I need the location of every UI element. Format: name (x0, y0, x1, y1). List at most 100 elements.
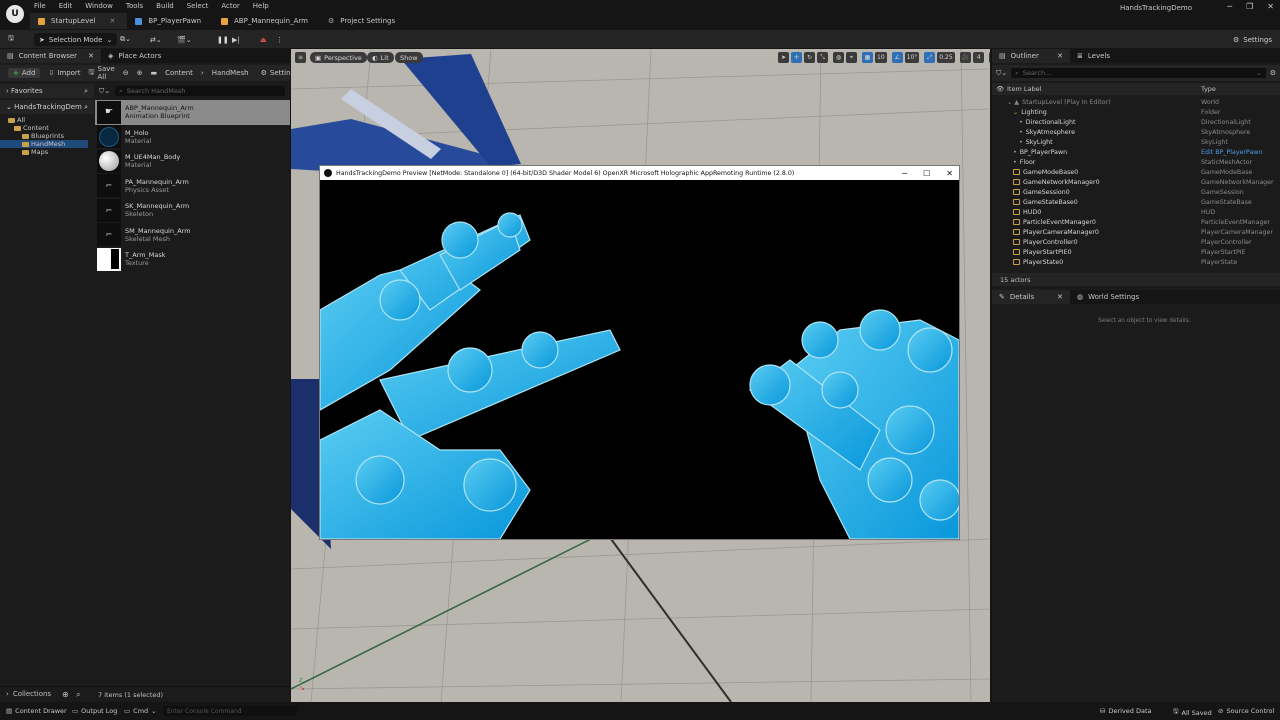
outliner-row[interactable]: PlayerStartPIE0 PlayerStartPIE (1007, 247, 1280, 257)
asset-row[interactable]: ⌐ SM_Mannequin_Arm Skeletal Mesh (95, 223, 290, 248)
camera-speed-icon[interactable]: 🎥 (959, 52, 972, 63)
breadcrumb-content[interactable]: Content (165, 69, 193, 77)
close-tab-icon[interactable]: ✕ (88, 52, 94, 60)
outliner-search-input[interactable]: ⌕ Search... ⌄ (1011, 68, 1266, 78)
cinematics-icon[interactable]: 🎬⌄ (177, 33, 192, 46)
grid-size[interactable]: 10 (875, 52, 887, 63)
world-space-icon[interactable]: ◍ (833, 52, 844, 63)
outliner-row[interactable]: PlayerController0 PlayerController (1007, 237, 1280, 247)
minimize-icon[interactable]: ─ (902, 169, 907, 178)
asset-search-input[interactable]: ⌕ Search HandMesh (115, 86, 285, 96)
close-tab-icon[interactable]: ✕ (1057, 52, 1063, 60)
output-log-button[interactable]: ▭ Output Log (72, 707, 117, 715)
quick-add-icon[interactable]: ⧉⌄ (120, 33, 131, 46)
menu-tools[interactable]: Tools (126, 2, 143, 10)
col-item-label[interactable]: Item Label (1007, 85, 1201, 93)
skip-frame-icon[interactable]: ▶| (232, 33, 240, 46)
tree-item-maps[interactable]: Maps (0, 148, 94, 156)
grid-snap-icon[interactable]: ▦ (862, 52, 873, 63)
settings-button[interactable]: ⚙ Settings (1233, 33, 1272, 46)
outliner-row[interactable]: GameStateBase0 GameStateBase (1007, 197, 1280, 207)
back-icon[interactable]: ⊖ (123, 69, 129, 77)
outliner-row[interactable]: GameModeBase0 GameModeBase (1007, 167, 1280, 177)
preview-window[interactable]: HandsTrackingDemo Preview [NetMode: Stan… (319, 165, 960, 540)
rotate-tool-icon[interactable]: ↻ (804, 52, 815, 63)
asset-row[interactable]: ☛ ABP_Mannequin_Arm Animation Blueprint (95, 100, 290, 125)
outliner-row[interactable]: PlayerCameraManager0 PlayerCameraManager (1007, 227, 1280, 237)
outliner-row[interactable]: • SkyAtmosphere SkyAtmosphere (1007, 127, 1280, 137)
outliner-row[interactable]: PlayerState0 PlayerState (1007, 257, 1280, 267)
tab-outliner[interactable]: ▤ Outliner ✕ (992, 49, 1070, 63)
move-tool-icon[interactable]: ✛ (791, 52, 802, 63)
console-command-input[interactable]: Enter Console Command (163, 706, 297, 716)
asset-row[interactable]: ⌐ PA_Mannequin_Arm Physics Asset (95, 174, 290, 199)
tab-levels[interactable]: ≣ Levels (1070, 49, 1117, 63)
tab-content-browser[interactable]: ▤ Content Browser ✕ (0, 49, 101, 63)
lit-button[interactable]: ◐ Lit (367, 52, 394, 63)
eject-icon[interactable]: ⏏ (260, 33, 267, 46)
outliner-row[interactable]: • Floor StaticMeshActor (1007, 157, 1280, 167)
filter-icon[interactable]: ⛉⌄ (996, 69, 1007, 78)
asset-row[interactable]: ⌐ SK_Mannequin_Arm Skeleton (95, 198, 290, 223)
outliner-row-type[interactable]: Edit BP_PlayerPawn (1201, 149, 1263, 156)
rotation-snap-icon[interactable]: ∠ (891, 52, 903, 63)
menu-build[interactable]: Build (156, 2, 174, 10)
menu-help[interactable]: Help (253, 2, 269, 10)
settings-icon[interactable]: ⚙ (1270, 69, 1276, 77)
maximize-icon[interactable]: ☐ (923, 169, 930, 178)
preview-title-bar[interactable]: HandsTrackingDemo Preview [NetMode: Stan… (320, 166, 959, 180)
import-button[interactable]: ⇩ Import (48, 69, 80, 77)
menu-select[interactable]: Select (187, 2, 209, 10)
outliner-row[interactable]: • SkyLight SkyLight (1007, 137, 1280, 147)
tab-abp-mannequin-arm[interactable]: ABP_Mannequin_Arm (213, 13, 320, 29)
menu-edit[interactable]: Edit (59, 2, 73, 10)
maximize-viewport-icon[interactable]: ⤢ (989, 52, 990, 63)
outliner-row[interactable]: GameSession0 GameSession (1007, 187, 1280, 197)
rotation-snap-value[interactable]: 10° (904, 52, 920, 63)
collections-header[interactable]: › Collections (6, 690, 51, 698)
add-collection-icon[interactable]: ⊕ (62, 690, 69, 699)
scale-snap-icon[interactable]: ⤢ (924, 52, 936, 63)
close-icon[interactable]: ✕ (1267, 2, 1274, 11)
menu-file[interactable]: File (34, 2, 46, 10)
source-control-button[interactable]: ⊘ Source Control (1218, 707, 1274, 715)
unreal-logo-icon[interactable]: U (6, 5, 24, 23)
outliner-row[interactable]: HUD0 HUD (1007, 207, 1280, 217)
cmd-dropdown[interactable]: ▭ Cmd ⌄ (124, 707, 157, 715)
outliner-row[interactable]: ParticleEventManager0 ParticleEventManage… (1007, 217, 1280, 227)
col-type[interactable]: Type (1201, 85, 1216, 93)
tab-details[interactable]: ✎ Details ✕ (992, 290, 1070, 304)
save-all-button[interactable]: 🖫 Save All (89, 65, 115, 81)
outliner-row[interactable]: ⌄ Lighting Folder (1007, 107, 1280, 117)
favorites-header[interactable]: › Favorites ⌕ (0, 84, 94, 98)
more-options-icon[interactable]: ⋮ (276, 33, 283, 46)
menu-actor[interactable]: Actor (221, 2, 239, 10)
outliner-row[interactable]: • BP_PlayerPawn Edit BP_PlayerPawn (1007, 147, 1280, 157)
content-drawer-button[interactable]: ▤ Content Drawer (6, 707, 67, 715)
show-button[interactable]: Show (395, 52, 423, 63)
tree-item-all[interactable]: All (0, 116, 94, 124)
search-icon[interactable]: ⌕ (84, 103, 88, 112)
menu-window[interactable]: Window (85, 2, 113, 10)
search-icon[interactable]: ⌕ (76, 690, 80, 700)
forward-icon[interactable]: ⊕ (137, 69, 143, 77)
restore-icon[interactable]: ❐ (1246, 2, 1253, 11)
scale-snap-value[interactable]: 0.25 (937, 52, 955, 63)
tree-item-content[interactable]: Content (0, 124, 94, 132)
asset-row[interactable]: T_Arm_Mask Texture (95, 247, 290, 272)
camera-speed-value[interactable]: 4 (973, 52, 985, 63)
pause-icon[interactable]: ❚❚ (217, 33, 229, 46)
save-icon[interactable]: 🖫 (8, 33, 14, 46)
close-tab-icon[interactable]: ✕ (109, 17, 115, 25)
filter-icon[interactable]: ⛉⌄ (99, 87, 110, 96)
breadcrumb-handmesh[interactable]: HandMesh (212, 69, 249, 77)
asset-row[interactable]: M_UE4Man_Body Material (95, 149, 290, 174)
viewport-menu-icon[interactable]: ≡ (295, 52, 306, 63)
tab-world-settings[interactable]: ◍ World Settings (1070, 290, 1146, 304)
project-root-header[interactable]: ⌄ HandsTrackingDem ⌕ (0, 100, 94, 114)
tree-item-blueprints[interactable]: Blueprints (0, 132, 94, 140)
outliner-row[interactable]: • DirectionalLight DirectionalLight (1007, 117, 1280, 127)
search-icon[interactable]: ⌕ (84, 87, 88, 96)
perspective-button[interactable]: ▣ Perspective (310, 52, 367, 63)
close-tab-icon[interactable]: ✕ (1057, 293, 1063, 301)
